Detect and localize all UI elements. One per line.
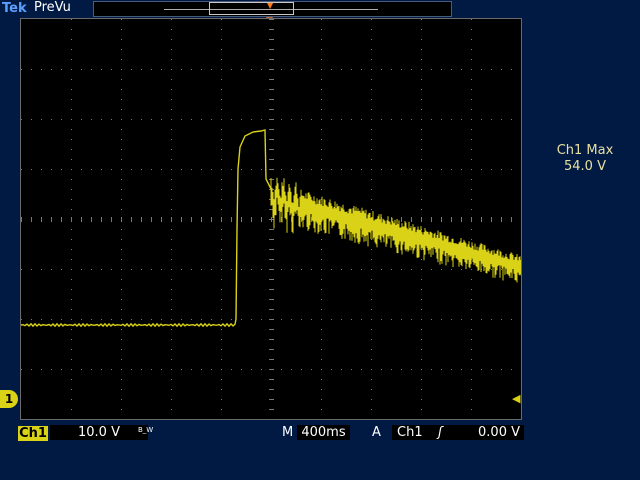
waveform-trace xyxy=(21,129,272,328)
trigger-source: Ch1 xyxy=(397,425,423,440)
horizontal-timebase[interactable]: M 400ms xyxy=(282,425,350,440)
record-trigger-icon: ▼ xyxy=(267,1,274,10)
channel-indicator[interactable]: Ch1 xyxy=(18,426,48,441)
trigger-level: 0.00 V xyxy=(478,425,520,440)
acquisition-state: PreVu xyxy=(34,0,71,15)
bottom-status-bar: Ch1 10.0 V B_W M 400ms A Ch1 ʃ 0.00 V xyxy=(0,422,640,442)
timebase-value: 400ms xyxy=(297,425,350,440)
vertical-scale[interactable]: 10.0 V xyxy=(50,425,148,440)
timebase-prefix: M xyxy=(282,425,294,440)
tek-logo: Tek xyxy=(2,1,27,16)
channel-ground-icon[interactable]: 1 xyxy=(0,390,18,408)
waveform-envelope xyxy=(270,177,521,283)
waveform-display xyxy=(20,18,522,420)
record-view-bar: ▼ xyxy=(93,1,452,17)
trigger-level-arrow-icon: ◀ xyxy=(512,392,521,405)
top-status-bar: Tek PreVu ▼ xyxy=(0,0,640,18)
bandwidth-limit-icon: B_W xyxy=(138,426,154,434)
trigger-slope-icon: ʃ xyxy=(438,425,443,440)
trigger-mode: A xyxy=(372,425,381,440)
measurement-label: Ch1 Max xyxy=(556,143,614,158)
record-view-window[interactable] xyxy=(209,2,294,15)
graticule-grid xyxy=(21,19,521,410)
trigger-settings[interactable]: Ch1 ʃ 0.00 V xyxy=(392,425,524,440)
measurement-value: 54.0 V xyxy=(564,159,606,174)
